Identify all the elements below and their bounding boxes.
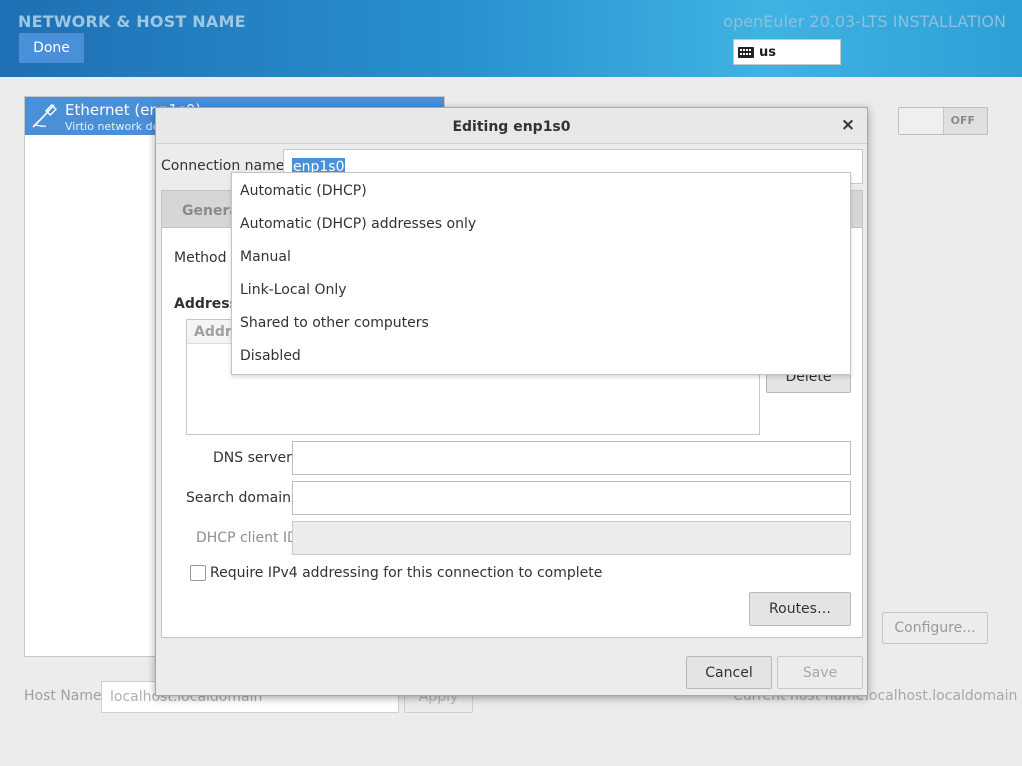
dhcp-client-id-label: DHCP client ID bbox=[196, 530, 298, 546]
dns-servers-label: DNS servers bbox=[213, 450, 300, 466]
require-ipv4-label: Require IPv4 addressing for this connect… bbox=[210, 565, 603, 581]
method-option-manual[interactable]: Manual bbox=[232, 241, 850, 274]
installation-title: openEuler 20.03-LTS INSTALLATION bbox=[723, 12, 1006, 31]
method-label: Method bbox=[174, 250, 227, 266]
connection-toggle[interactable]: OFF bbox=[898, 107, 988, 135]
method-option-automatic-dhcp[interactable]: Automatic (DHCP) bbox=[232, 175, 850, 208]
done-button[interactable]: Done bbox=[18, 32, 85, 64]
dns-servers-input[interactable] bbox=[292, 441, 851, 475]
method-option-link-local[interactable]: Link-Local Only bbox=[232, 274, 850, 307]
ethernet-icon bbox=[32, 104, 57, 128]
keyboard-icon bbox=[738, 46, 754, 58]
search-domains-label: Search domains bbox=[186, 490, 299, 506]
keyboard-layout-indicator[interactable]: us bbox=[733, 39, 841, 65]
dialog-title: Editing enp1s0 bbox=[452, 119, 571, 135]
routes-button[interactable]: Routes… bbox=[749, 592, 851, 626]
require-ipv4-checkbox[interactable] bbox=[190, 565, 206, 581]
save-button[interactable]: Save bbox=[777, 656, 863, 689]
host-name-label: Host Name: bbox=[24, 688, 107, 704]
top-header: NETWORK & HOST NAME Done openEuler 20.03… bbox=[0, 0, 1022, 77]
method-option-shared[interactable]: Shared to other computers bbox=[232, 307, 850, 340]
toggle-state-label: OFF bbox=[950, 114, 975, 127]
page-title: NETWORK & HOST NAME bbox=[18, 12, 246, 31]
keyboard-layout-label: us bbox=[759, 44, 776, 60]
toggle-knob bbox=[899, 108, 944, 134]
close-icon[interactable]: × bbox=[839, 115, 857, 135]
current-host-name-value: localhost.localdomain bbox=[865, 688, 1018, 704]
cancel-button[interactable]: Cancel bbox=[686, 656, 772, 689]
dialog-titlebar: Editing enp1s0 × bbox=[156, 108, 867, 144]
method-option-disabled[interactable]: Disabled bbox=[232, 340, 850, 373]
method-option-dhcp-addresses-only[interactable]: Automatic (DHCP) addresses only bbox=[232, 208, 850, 241]
dhcp-client-id-input[interactable] bbox=[292, 521, 851, 555]
configure-button[interactable]: Configure... bbox=[882, 612, 988, 644]
search-domains-input[interactable] bbox=[292, 481, 851, 515]
method-dropdown-menu: Automatic (DHCP) Automatic (DHCP) addres… bbox=[231, 172, 851, 375]
